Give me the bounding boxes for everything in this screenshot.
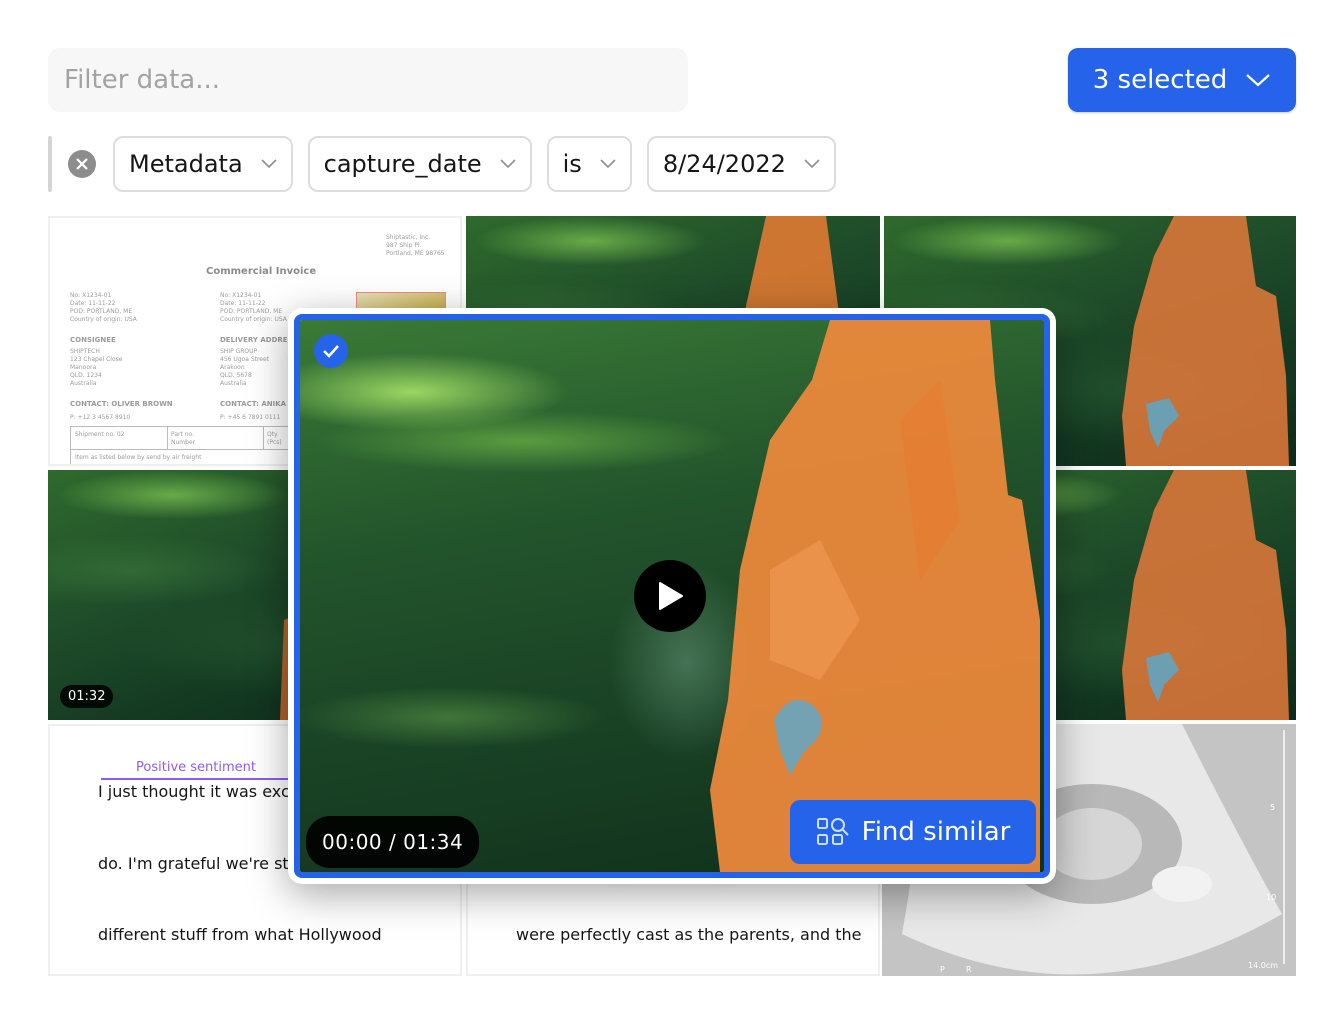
find-similar-icon bbox=[816, 818, 849, 845]
chevron-down-icon bbox=[600, 159, 616, 169]
invoice-phone-left: P: +12 3 4567 8910 bbox=[70, 414, 131, 421]
invoice-contact-left: CONTACT: OLIVER BROWN bbox=[70, 400, 173, 408]
text-line: were perfectly cast as the parents, and … bbox=[516, 925, 862, 944]
sentiment-label: Positive sentiment bbox=[101, 760, 291, 780]
invoice-meta-right: No: X1234-01 Date: 11-11-22 POD: PORTLAN… bbox=[220, 292, 287, 323]
invoice-table-col1: Shipment no. 02 bbox=[75, 431, 125, 438]
checkmark-icon bbox=[323, 345, 339, 358]
filter-value: 8/24/2022 bbox=[662, 150, 786, 178]
filter-source-dropdown[interactable]: Metadata bbox=[113, 136, 293, 192]
ultrasound-orient-r: R bbox=[966, 965, 972, 974]
filter-rule-row: Metadata capture_date is 8/24/2022 bbox=[48, 136, 851, 192]
filter-operator-dropdown[interactable]: is bbox=[546, 136, 632, 192]
chevron-down-icon bbox=[261, 159, 277, 169]
filter-field-value: capture_date bbox=[323, 150, 482, 178]
invoice-delivery-heading: DELIVERY ADDRESS bbox=[220, 336, 298, 344]
find-similar-button[interactable]: Find similar bbox=[790, 800, 1036, 864]
invoice-contact-right: CONTACT: ANIKA L bbox=[220, 400, 293, 408]
video-timecode: 00:00 / 01:34 bbox=[306, 816, 480, 868]
text-line: do. I'm grateful we're still bbox=[98, 854, 303, 873]
filter-source-value: Metadata bbox=[129, 150, 243, 178]
invoice-table-note: Item as listed below by send by air frei… bbox=[75, 454, 202, 461]
invoice-title: Commercial Invoice bbox=[206, 266, 317, 277]
filter-value-dropdown[interactable]: 8/24/2022 bbox=[646, 136, 836, 192]
filter-field-dropdown[interactable]: capture_date bbox=[307, 136, 532, 192]
invoice-consignee: SHIPTECH 123 Chapel Close Manoora QLD, 1… bbox=[70, 348, 123, 387]
invoice-table-col3: Qty (Pcs) bbox=[267, 431, 282, 446]
filter-operator-value: is bbox=[562, 150, 582, 178]
invoice-phone-right: P: +45 6 7891 0111 bbox=[220, 414, 281, 421]
find-similar-label: Find similar bbox=[861, 817, 1011, 847]
invoice-delivery: SHIP GROUP 456 Ugoa Street Arakoon QLD, … bbox=[220, 348, 270, 387]
invoice-consignee-heading: CONSIGNEE bbox=[70, 336, 116, 344]
chevron-down-icon bbox=[1246, 74, 1271, 87]
ultrasound-scale-5: 5 bbox=[1270, 803, 1276, 812]
ultrasound-depth: 14.0cm bbox=[1248, 961, 1279, 970]
filter-search-input[interactable] bbox=[48, 48, 688, 112]
ultrasound-scale-10: 10 bbox=[1266, 893, 1277, 902]
filter-rule-indicator bbox=[48, 136, 52, 192]
invoice-meta-left: No: X1234-01 Date: 11-11-22 POD: PORTLAN… bbox=[70, 292, 137, 323]
selection-dropdown-button[interactable]: 3 selected bbox=[1068, 48, 1296, 112]
invoice-company: Shiptastic, Inc. 987 Ship Pl. Portland, … bbox=[386, 234, 445, 257]
close-icon bbox=[76, 158, 88, 170]
chevron-down-icon bbox=[804, 159, 820, 169]
selection-count-label: 3 selected bbox=[1092, 65, 1228, 95]
video-preview-frame[interactable]: 00:00 / 01:34 Find similar bbox=[294, 314, 1050, 878]
video-duration-badge: 01:32 bbox=[60, 685, 114, 708]
text-line: I just thought it was excell bbox=[98, 782, 309, 801]
play-icon bbox=[659, 582, 683, 610]
selected-checkbox[interactable] bbox=[314, 334, 348, 368]
invoice-table-col2: Part no. Number bbox=[171, 431, 196, 446]
video-preview-popup: 00:00 / 01:34 Find similar bbox=[288, 308, 1056, 884]
chevron-down-icon bbox=[500, 159, 516, 169]
text-line: different stuff from what Hollywood bbox=[98, 925, 382, 944]
remove-filter-button[interactable] bbox=[68, 150, 96, 178]
play-button[interactable] bbox=[634, 560, 706, 632]
ultrasound-orient-p: P bbox=[940, 965, 945, 974]
